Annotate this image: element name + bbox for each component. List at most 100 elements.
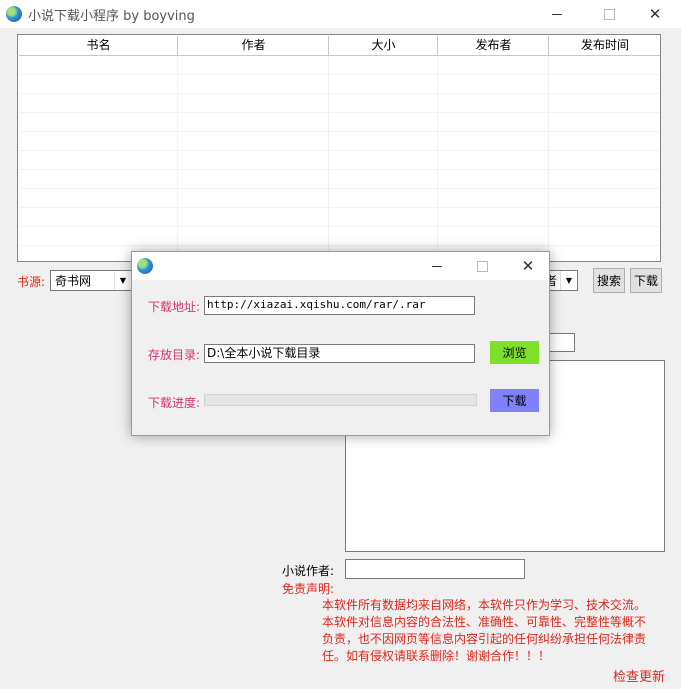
disclaimer-line: 负责，也不因网页等信息内容引起的任何纠纷承担任何法律责	[322, 632, 647, 646]
table-cell	[19, 227, 178, 245]
table-cell	[178, 151, 329, 169]
table-cell	[549, 189, 660, 207]
column-header[interactable]: 作者	[178, 36, 329, 55]
table-cell	[329, 189, 438, 207]
search-button[interactable]: 搜索	[593, 268, 625, 293]
table-cell	[329, 94, 438, 112]
table-cell	[549, 94, 660, 112]
dialog-close-button[interactable]: ✕	[508, 252, 548, 280]
table-cell	[178, 75, 329, 93]
table-cell	[178, 170, 329, 188]
chevron-down-icon: ▼	[114, 271, 131, 290]
table-row[interactable]	[19, 132, 660, 151]
table-cell	[178, 208, 329, 226]
globe-icon	[6, 6, 22, 22]
close-button[interactable]: ✕	[635, 0, 675, 28]
column-header[interactable]: 书名	[19, 36, 178, 55]
title-bar: 小说下载小程序 by boyving ✕	[0, 0, 681, 28]
table-row[interactable]	[19, 75, 660, 94]
table-row[interactable]	[19, 113, 660, 132]
chevron-down-icon: ▼	[560, 271, 577, 290]
table-cell	[329, 75, 438, 93]
table-cell	[438, 132, 549, 150]
dialog-maximize-button	[462, 252, 502, 280]
table-cell	[19, 75, 178, 93]
table-cell	[329, 151, 438, 169]
table-cell	[549, 151, 660, 169]
table-cell	[19, 56, 178, 74]
table-cell	[549, 75, 660, 93]
dialog-title-bar: ✕	[132, 252, 549, 280]
table-cell	[329, 56, 438, 74]
table-body	[19, 56, 660, 261]
table-cell	[19, 189, 178, 207]
column-header[interactable]: 大小	[329, 36, 438, 55]
column-header[interactable]: 发布时间	[549, 36, 660, 55]
minimize-icon	[432, 265, 442, 267]
table-cell	[549, 227, 660, 245]
source-select-value: 奇书网	[55, 274, 92, 288]
table-cell	[19, 132, 178, 150]
table-row[interactable]	[19, 227, 660, 246]
table-cell	[178, 189, 329, 207]
table-cell	[178, 113, 329, 131]
table-cell	[438, 227, 549, 245]
dialog-download-button[interactable]: 下载	[490, 389, 539, 412]
table-cell	[329, 113, 438, 131]
table-cell	[178, 227, 329, 245]
disclaimer-line: 本软件所有数据均来自网络，本软件只作为学习、技术交流。	[322, 598, 647, 612]
close-icon: ✕	[521, 257, 535, 275]
download-button[interactable]: 下载	[630, 268, 662, 293]
directory-label: 存放目录:	[148, 348, 201, 362]
url-input[interactable]: http://xiazai.xqishu.com/rar/.rar	[204, 296, 475, 315]
table-cell	[178, 94, 329, 112]
table-cell	[438, 113, 549, 131]
table-cell	[438, 189, 549, 207]
table-cell	[19, 170, 178, 188]
table-cell	[329, 227, 438, 245]
table-cell	[438, 170, 549, 188]
dialog-minimize-button[interactable]	[417, 252, 457, 280]
table-cell	[549, 56, 660, 74]
table-row[interactable]	[19, 56, 660, 75]
globe-icon	[137, 258, 153, 274]
minimize-button[interactable]	[537, 0, 577, 28]
disclaimer-line: 任。如有侵权请联系删除！谢谢合作！！！	[322, 649, 551, 663]
window-title: 小说下载小程序 by boyving	[28, 9, 195, 24]
maximize-button	[589, 0, 629, 28]
book-table[interactable]: 书名 作者 大小 发布者 发布时间	[17, 34, 661, 262]
table-cell	[549, 170, 660, 188]
table-cell	[438, 151, 549, 169]
table-header: 书名 作者 大小 发布者 发布时间	[19, 36, 660, 56]
download-progress-bar	[204, 394, 477, 406]
author-input[interactable]	[345, 559, 525, 579]
column-header[interactable]: 发布者	[438, 36, 549, 55]
table-row[interactable]	[19, 208, 660, 227]
table-cell	[19, 151, 178, 169]
author-label: 小说作者:	[282, 564, 335, 578]
table-cell	[438, 75, 549, 93]
source-select[interactable]: 奇书网 ▼	[50, 270, 132, 291]
maximize-icon	[476, 260, 488, 272]
minimize-icon	[552, 13, 562, 15]
table-cell	[438, 94, 549, 112]
close-icon: ✕	[648, 5, 662, 23]
browse-button[interactable]: 浏览	[490, 341, 539, 364]
disclaimer-text: 本软件所有数据均来自网络，本软件只作为学习、技术交流。 本软件对信息内容的合法性…	[322, 597, 662, 665]
table-cell	[19, 94, 178, 112]
disclaimer-label: 免责声明:	[282, 582, 335, 596]
maximize-icon	[603, 8, 615, 20]
check-update-link[interactable]: 检查更新	[613, 666, 665, 685]
table-cell	[178, 56, 329, 74]
table-cell	[549, 113, 660, 131]
table-row[interactable]	[19, 94, 660, 113]
disclaimer-line: 本软件对信息内容的合法性、准确性、可靠性、完整性等概不	[322, 615, 647, 629]
source-label: 书源:	[17, 275, 46, 289]
directory-input[interactable]: D:\全本小说下载目录	[204, 344, 475, 363]
progress-label: 下载进度:	[148, 396, 201, 410]
table-row[interactable]	[19, 151, 660, 170]
table-row[interactable]	[19, 170, 660, 189]
table-row[interactable]	[19, 189, 660, 208]
table-cell	[549, 208, 660, 226]
table-cell	[438, 208, 549, 226]
